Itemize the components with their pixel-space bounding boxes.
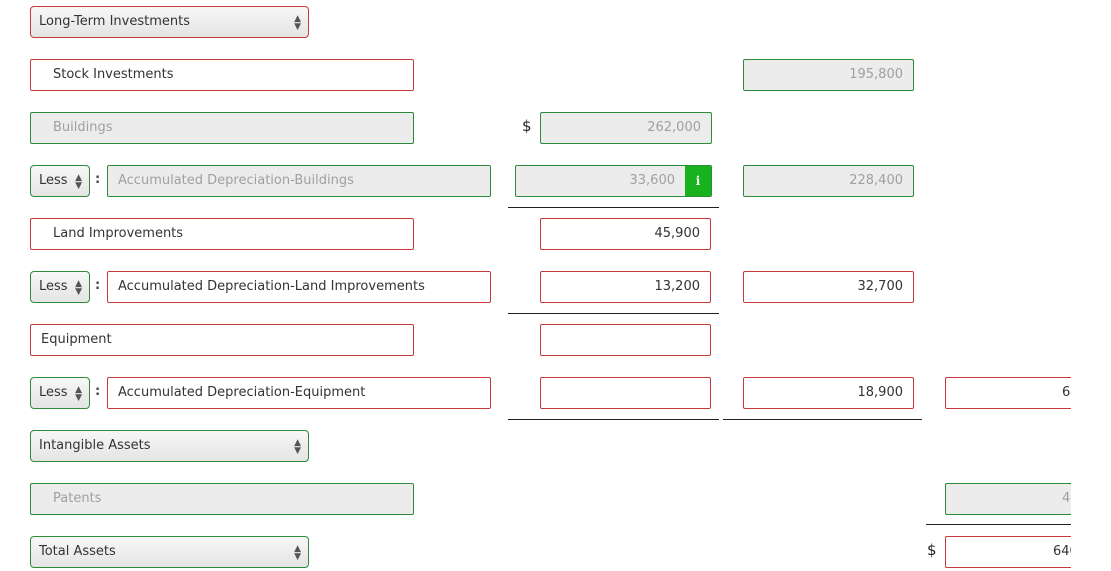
amount-patents[interactable]: 47 [945,483,1071,515]
amount-land-improvements[interactable]: 45,900 [540,218,711,250]
section-select-long-term-investments[interactable]: Long-Term Investments ▲ ▼ [30,6,309,38]
colon: : [95,384,101,399]
account-input-land-improvements[interactable]: Land Improvements [30,218,414,250]
select-value: Total Assets [39,544,116,559]
amount-value: 33,600 [629,173,676,188]
amount-total-assets[interactable]: 640 [945,536,1071,568]
select-value: Less [39,173,68,188]
underline [508,313,719,314]
updown-arrow-icon: ▲ ▼ [75,279,82,297]
underline [926,524,1071,525]
select-value: Less [39,279,68,294]
amount-equipment-net[interactable]: 18,900 [743,377,914,409]
dollar-sign: $ [522,117,532,135]
colon: : [95,278,101,293]
updown-arrow-icon: ▲ ▼ [294,14,301,32]
account-input-buildings[interactable]: Buildings [30,112,414,144]
amount-stock-investments-total[interactable]: 195,800 [743,59,914,91]
amount-accum-dep-equipment[interactable] [540,377,711,409]
amount-land-improvements-net[interactable]: 32,700 [743,271,914,303]
account-input-accum-dep-land-improvements[interactable]: Accumulated Depreciation-Land Improvemen… [107,271,491,303]
underline [508,419,719,420]
updown-arrow-icon: ▲ ▼ [294,544,301,562]
select-value: Intangible Assets [39,438,151,453]
amount-accum-dep-buildings[interactable]: 33,600 i [515,165,712,197]
operator-select-land-improvements[interactable]: Less ▲ ▼ [30,271,90,303]
account-input-equipment[interactable]: Equipment [30,324,414,356]
operator-select-equipment[interactable]: Less ▲ ▼ [30,377,90,409]
amount-buildings[interactable]: 262,000 [540,112,712,144]
account-input-accum-dep-buildings[interactable]: Accumulated Depreciation-Buildings [107,165,491,197]
underline [508,207,719,208]
updown-arrow-icon: ▲ ▼ [294,438,301,456]
amount-accum-dep-land-improvements[interactable]: 13,200 [540,271,711,303]
info-icon[interactable]: i [685,166,711,196]
account-input-patents[interactable]: Patents [30,483,414,515]
account-input-stock-investments[interactable]: Stock Investments [30,59,414,91]
updown-arrow-icon: ▲ ▼ [75,385,82,403]
select-value: Long-Term Investments [39,14,191,29]
amount-equipment[interactable] [540,324,711,356]
section-select-total-assets[interactable]: Total Assets ▲ ▼ [30,536,309,568]
section-select-intangible-assets[interactable]: Intangible Assets ▲ ▼ [30,430,309,462]
amount-buildings-net[interactable]: 228,400 [743,165,914,197]
account-input-accum-dep-equipment[interactable]: Accumulated Depreciation-Equipment [107,377,491,409]
updown-arrow-icon: ▲ ▼ [75,173,82,191]
select-value: Less [39,385,68,400]
operator-select-buildings[interactable]: Less ▲ ▼ [30,165,90,197]
underline [723,419,922,420]
dollar-sign: $ [927,541,937,559]
amount-total-ppe[interactable]: 64 [945,377,1071,409]
colon: : [95,172,101,187]
